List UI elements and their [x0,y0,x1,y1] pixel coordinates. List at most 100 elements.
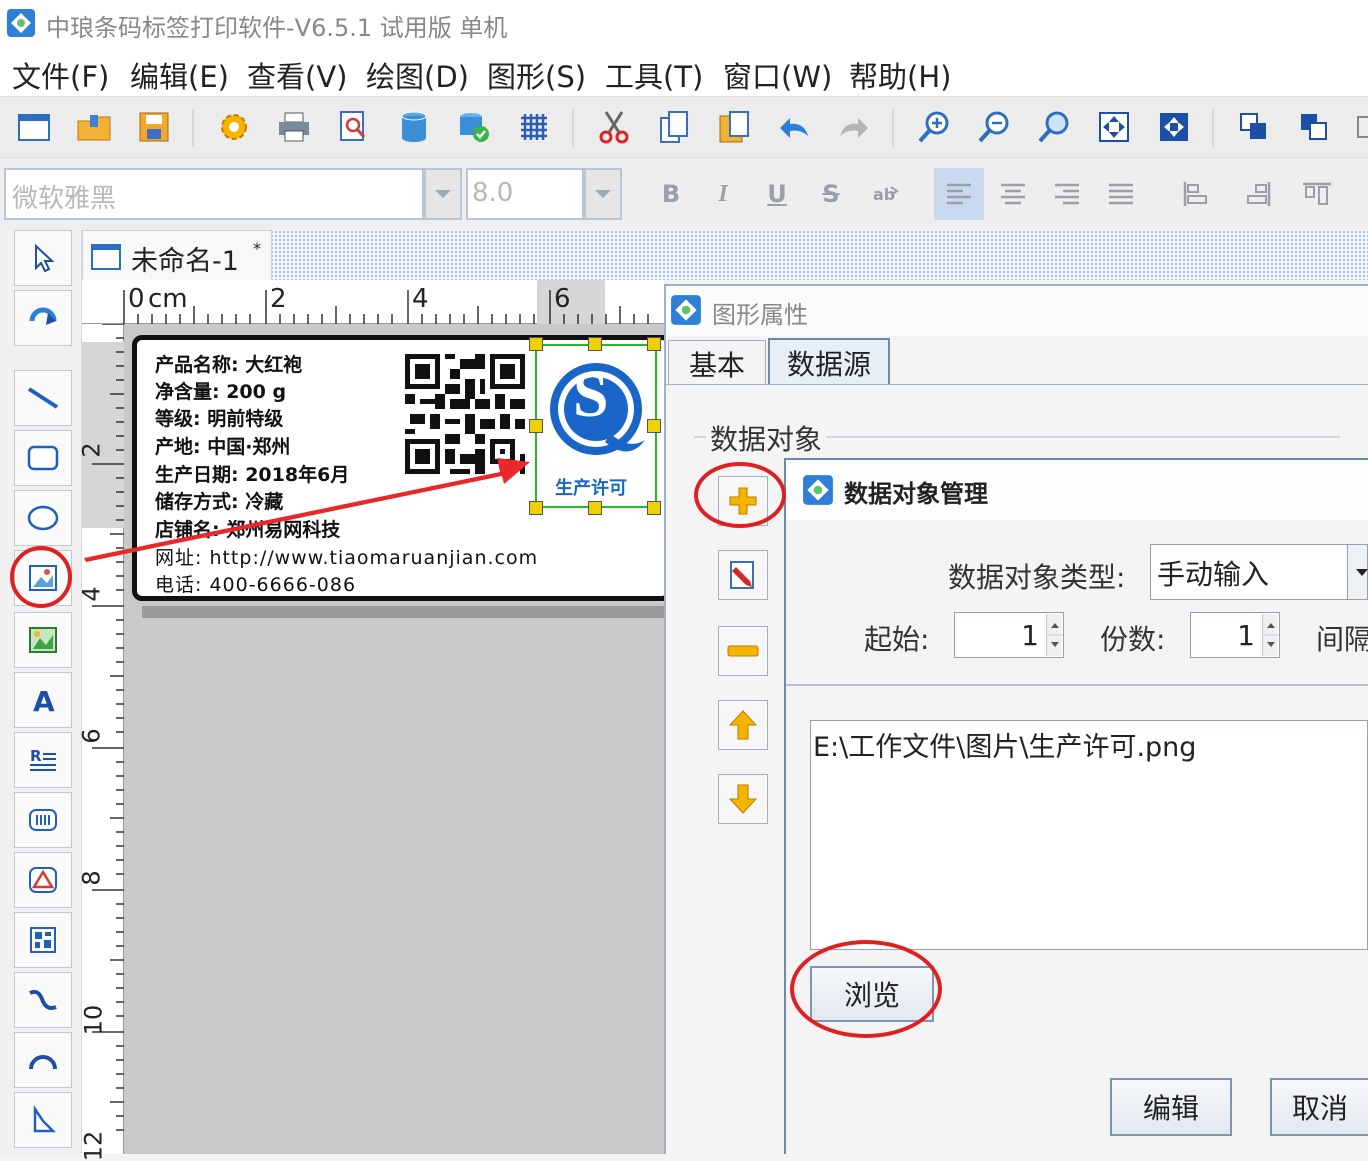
justify-icon[interactable] [1096,168,1146,220]
rotate-tool-icon[interactable] [14,290,72,346]
start-spinner[interactable] [1046,614,1063,656]
highlight-circle-add-button [694,462,786,528]
type-dropdown-arrow-icon[interactable] [1348,544,1368,600]
align-objects-right-icon[interactable] [1232,168,1282,220]
resize-handle[interactable] [529,501,543,515]
select-pointer-icon[interactable] [14,230,72,286]
send-back-icon[interactable] [1294,107,1334,147]
zoom-icon[interactable] [1034,107,1074,147]
menu-help[interactable]: 帮助(H) [849,54,951,96]
menu-file[interactable]: 文件(F) [12,54,109,96]
font-name-combo[interactable]: 微软雅黑 [4,168,424,220]
rectangle-tool-icon[interactable] [14,430,72,486]
align-objects-left-icon[interactable] [1172,168,1222,220]
fit-page-icon[interactable] [1094,107,1134,147]
arc-tool-icon[interactable] [14,1032,72,1088]
print-preview-icon[interactable] [334,107,374,147]
database-connect-icon[interactable] [454,107,494,147]
document-tab[interactable]: 未命名-1 * [82,230,272,280]
barcode-tool-icon[interactable] [14,792,72,848]
bold-button[interactable]: B [646,168,696,220]
paste-icon[interactable] [714,107,754,147]
resize-handle[interactable] [588,337,602,351]
resize-handle[interactable] [588,501,602,515]
more-align-icon[interactable] [1350,168,1368,220]
edit-button[interactable]: 编辑 [1110,1078,1232,1136]
copies-spinner[interactable] [1262,614,1279,656]
data-object-type-select[interactable]: 手动输入 [1150,544,1348,600]
align-left-icon[interactable] [934,168,984,220]
label-text-weight[interactable]: 净含量: 200 g [155,377,286,404]
more-tools-icon[interactable] [1350,107,1368,147]
print-icon[interactable] [274,107,314,147]
menu-edit[interactable]: 编辑(E) [130,54,229,96]
open-folder-icon[interactable] [74,107,114,147]
label-text-phone[interactable]: 电话: 400-6666-086 [155,570,356,597]
tab-datasource[interactable]: 数据源 [768,338,890,386]
menu-view[interactable]: 查看(V) [247,54,347,96]
picture-tool-icon[interactable] [14,612,72,668]
resize-handle[interactable] [647,501,661,515]
resize-handle[interactable] [529,419,543,433]
label-text-product[interactable]: 产品名称: 大红袍 [155,350,302,377]
copy-icon[interactable] [654,107,694,147]
qrcode-image[interactable] [405,354,525,474]
font-dropdown-arrow-icon[interactable] [424,168,462,220]
data-content-textarea[interactable]: E:\工作文件\图片\生产许可.png [810,720,1368,950]
ruler-v-tick-2: 2 [77,442,106,458]
align-right-icon[interactable] [1042,168,1092,220]
italic-button[interactable]: I [698,168,748,220]
line-tool-icon[interactable] [14,370,72,426]
curve-tool-icon[interactable] [14,972,72,1028]
resize-handle[interactable] [529,337,543,351]
cancel-button[interactable]: 取消 [1270,1078,1368,1136]
cut-icon[interactable] [594,107,634,147]
label-text-url[interactable]: 网址: http://www.tiaomaruanjian.com [155,543,538,570]
menu-window[interactable]: 窗口(W) [723,54,832,96]
menu-shape[interactable]: 图形(S) [487,54,586,96]
menu-bar: 文件(F) 编辑(E) 查看(V) 绘图(D) 图形(S) 工具(T) 窗口(W… [0,44,1368,96]
document-icon [91,244,121,270]
font-size-combo[interactable]: 8.0 [466,168,584,220]
strikethrough-button[interactable]: S [806,168,856,220]
database-icon[interactable] [394,107,434,147]
undo-icon[interactable] [774,107,814,147]
remove-data-object-button[interactable] [718,626,768,676]
align-center-icon[interactable] [988,168,1038,220]
polyline-tool-icon[interactable] [14,1092,72,1148]
ellipse-tool-icon[interactable] [14,490,72,546]
resize-handle[interactable] [647,337,661,351]
edit-data-object-button[interactable] [718,550,768,600]
settings-gear-icon[interactable] [214,107,254,147]
label-text-date[interactable]: 生产日期: 2018年6月 [155,460,349,487]
selected-image-frame[interactable]: S 生产许可 [535,344,657,508]
menu-draw[interactable]: 绘图(D) [366,54,469,96]
char-spacing-icon[interactable]: ab [860,168,910,220]
underline-button[interactable]: U [752,168,802,220]
size-dropdown-arrow-icon[interactable] [584,168,622,220]
text-tool-icon[interactable]: A [14,672,72,728]
bring-front-icon[interactable] [1234,107,1274,147]
label-text-storage[interactable]: 储存方式: 冷藏 [155,487,283,514]
menu-tools[interactable]: 工具(T) [605,54,703,96]
zoom-out-icon[interactable] [974,107,1014,147]
zoom-in-icon[interactable] [914,107,954,147]
actual-size-icon[interactable] [1154,107,1194,147]
rich-text-tool-icon[interactable]: R [14,732,72,788]
redo-icon[interactable] [834,107,874,147]
tab-basic[interactable]: 基本 [668,340,766,386]
qrcode-tool-icon[interactable] [14,912,72,968]
label-text-shop[interactable]: 店铺名: 郑州易网科技 [155,515,340,542]
label-preview[interactable]: 产品名称: 大红袍 净含量: 200 g 等级: 明前特级 产地: 中国·郑州 … [132,335,672,601]
grid-icon[interactable] [514,107,554,147]
polygon-tool-icon[interactable] [14,852,72,908]
move-up-button[interactable] [718,700,768,750]
new-document-icon[interactable] [14,107,54,147]
label-text-grade[interactable]: 等级: 明前特级 [155,404,283,431]
resize-handle[interactable] [647,419,661,433]
move-down-button[interactable] [718,774,768,824]
arrow-up-icon [728,710,758,740]
save-icon[interactable] [134,107,174,147]
align-objects-top-icon[interactable] [1292,168,1342,220]
label-text-origin[interactable]: 产地: 中国·郑州 [155,432,290,459]
